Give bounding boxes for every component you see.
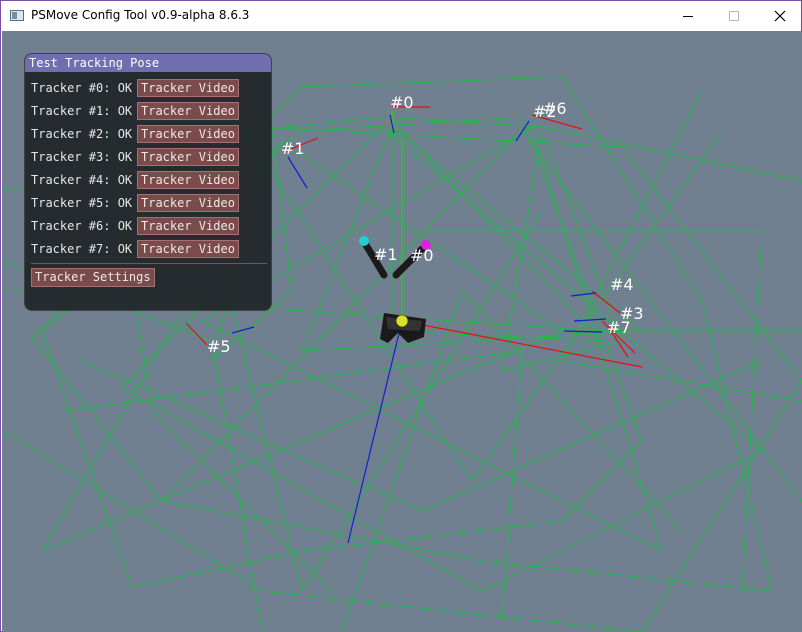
app-window-icon xyxy=(10,10,24,21)
minimize-icon xyxy=(683,16,693,17)
3d-viewport[interactable]: #0 #1 #2 #6 #4 #3 #7 #5 #1 #0 Test Track… xyxy=(2,31,802,632)
controller-1-bulb xyxy=(359,236,369,246)
maximize-button[interactable] xyxy=(711,1,757,31)
tracker-status-label: Tracker #4: OK xyxy=(31,173,133,187)
test-tracking-pose-panel: Test Tracking Pose Tracker #0: OK Tracker… xyxy=(24,53,272,311)
tracker-status-label: Tracker #7: OK xyxy=(31,242,133,256)
tracker-video-button-6[interactable]: Tracker Video xyxy=(137,217,239,235)
tracker-video-button-2[interactable]: Tracker Video xyxy=(137,125,239,143)
tracker-video-button-4[interactable]: Tracker Video xyxy=(137,171,239,189)
tracker-video-button-0[interactable]: Tracker Video xyxy=(137,79,239,97)
tracker-label-4: #4 xyxy=(610,275,634,294)
title-bar[interactable]: PSMove Config Tool v0.9-alpha 8.6.3 xyxy=(1,1,801,31)
hmd-marker xyxy=(395,314,409,328)
close-icon xyxy=(774,10,786,22)
tracker-row: Tracker #4: OK Tracker Video xyxy=(31,170,239,190)
tracker-row: Tracker #6: OK Tracker Video xyxy=(31,216,239,236)
tracker-status-label: Tracker #2: OK xyxy=(31,127,133,141)
minimize-button[interactable] xyxy=(665,1,711,31)
window-title: PSMove Config Tool v0.9-alpha 8.6.3 xyxy=(31,8,250,22)
controller-label-0: #0 xyxy=(410,246,434,265)
tracker-settings-button[interactable]: Tracker Settings xyxy=(31,268,155,287)
tracker-video-button-5[interactable]: Tracker Video xyxy=(137,194,239,212)
maximize-icon xyxy=(729,11,739,21)
close-button[interactable] xyxy=(757,1,802,31)
tracker-label-6: #6 xyxy=(543,99,567,118)
tracker-row: Tracker #7: OK Tracker Video xyxy=(31,239,239,259)
tracker-label-7: #7 xyxy=(607,318,631,337)
tracker-status-label: Tracker #3: OK xyxy=(31,150,133,164)
tracker-row: Tracker #5: OK Tracker Video xyxy=(31,193,239,213)
tracker-status-label: Tracker #5: OK xyxy=(31,196,133,210)
tracker-label-0: #0 xyxy=(390,93,414,112)
tracker-row: Tracker #3: OK Tracker Video xyxy=(31,147,239,167)
panel-title[interactable]: Test Tracking Pose xyxy=(25,54,271,72)
tracker-video-button-7[interactable]: Tracker Video xyxy=(137,240,239,258)
tracker-video-button-3[interactable]: Tracker Video xyxy=(137,148,239,166)
tracker-row: Tracker #2: OK Tracker Video xyxy=(31,124,239,144)
tracker-status-label: Tracker #0: OK xyxy=(31,81,133,95)
tracker-status-label: Tracker #6: OK xyxy=(31,219,133,233)
tracker-status-label: Tracker #1: OK xyxy=(31,104,133,118)
panel-separator xyxy=(31,263,267,264)
controller-label-1: #1 xyxy=(374,245,398,264)
tracker-video-button-1[interactable]: Tracker Video xyxy=(137,102,239,120)
app-window: PSMove Config Tool v0.9-alpha 8.6.3 #0 #… xyxy=(0,0,802,632)
tracker-row: Tracker #0: OK Tracker Video xyxy=(31,78,239,98)
tracker-row: Tracker #1: OK Tracker Video xyxy=(31,101,239,121)
tracker-label-1: #1 xyxy=(281,139,305,158)
hmd-model xyxy=(380,313,426,343)
tracker-label-5: #5 xyxy=(207,337,231,356)
